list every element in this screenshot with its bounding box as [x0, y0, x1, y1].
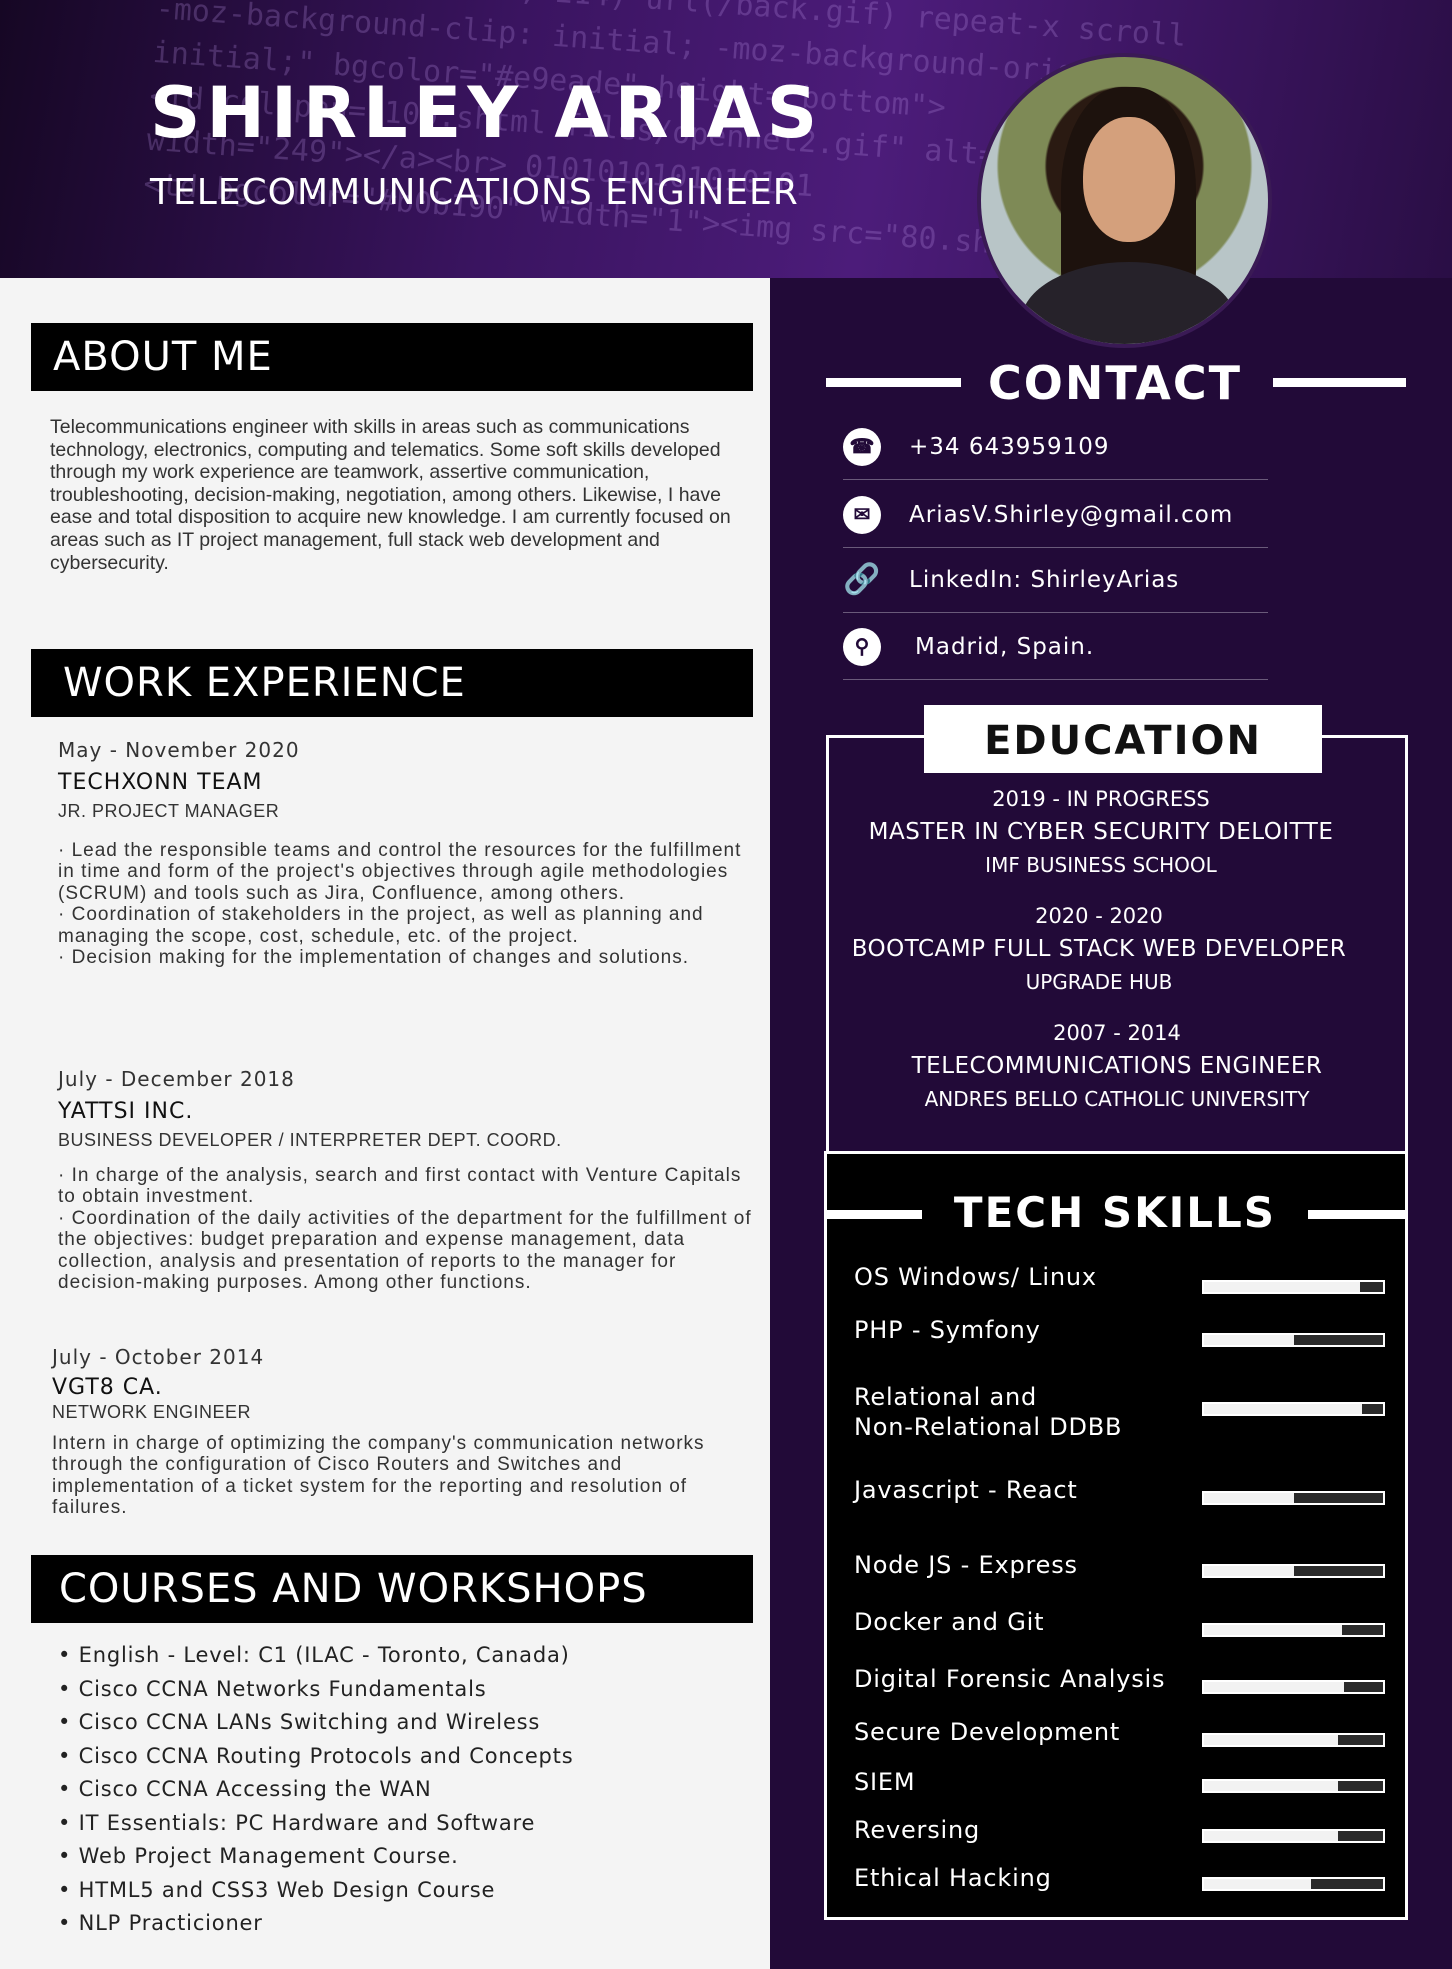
skill-level-bar	[1202, 1623, 1385, 1637]
education-entry: 2007 - 2014 TELECOMMUNICATIONS ENGINEER …	[826, 1021, 1408, 1111]
skill-level-bar	[1202, 1491, 1385, 1505]
skill-label: Relational and Non-Relational DDBB	[854, 1383, 1123, 1441]
job-date: July - October 2014	[52, 1345, 265, 1369]
skill-level-fill	[1204, 1831, 1339, 1841]
job-company: VGT8 CA.	[52, 1375, 163, 1400]
about-text: Telecommunications engineer with skills …	[50, 416, 731, 574]
skill-level-fill	[1204, 1335, 1294, 1345]
education-years: 2019 - IN PROGRESS	[992, 787, 1210, 811]
phone-icon: ☎	[843, 427, 881, 466]
skills-rule-left	[826, 1210, 922, 1219]
job-description: Intern in charge of optimizing the compa…	[52, 1433, 705, 1519]
education-degree: TELECOMMUNICATIONS ENGINEER	[911, 1053, 1323, 1079]
skill-level-bar	[1202, 1829, 1385, 1843]
skill-level-bar	[1202, 1779, 1385, 1793]
education-degree: MASTER IN CYBER SECURITY DELOITTE	[868, 819, 1334, 845]
course-item: • Cisco CCNA Accessing the WAN	[58, 1777, 432, 1801]
course-item: • Cisco CCNA Routing Protocols and Conce…	[58, 1743, 574, 1768]
skill-level-fill	[1204, 1735, 1339, 1745]
skill-label: Reversing	[854, 1816, 981, 1844]
contact-location-text: Madrid, Spain.	[915, 633, 1095, 660]
contact-email[interactable]: ✉ AriasV.Shirley@gmail.com	[843, 482, 1268, 548]
location-icon: ⚲	[843, 627, 881, 666]
job-title: JR. PROJECT MANAGER	[58, 801, 280, 821]
contact-phone[interactable]: ☎ +34 643959109	[843, 414, 1268, 480]
skills-rule-right	[1308, 1210, 1406, 1219]
skill-level-fill	[1204, 1781, 1339, 1791]
education-school: UPGRADE HUB	[1025, 970, 1173, 994]
contact-heading: CONTACT	[988, 356, 1242, 410]
education-school: ANDRES BELLO CATHOLIC UNIVERSITY	[924, 1087, 1310, 1111]
education-years: 2020 - 2020	[1035, 904, 1163, 928]
job-title: NETWORK ENGINEER	[52, 1402, 252, 1422]
skill-level-fill	[1204, 1625, 1342, 1635]
skill-label: Digital Forensic Analysis	[854, 1665, 1166, 1693]
job-entry: July - December 2018 YATTSI INC. BUSINES…	[58, 1067, 758, 1293]
contact-location: ⚲ Madrid, Spain.	[843, 614, 1268, 680]
course-item: • IT Essentials: PC Hardware and Softwar…	[58, 1810, 536, 1835]
skill-level-fill	[1204, 1682, 1344, 1692]
course-item: • Web Project Management Course.	[58, 1844, 459, 1868]
skill-level-bar	[1202, 1877, 1385, 1891]
skill-label: PHP - Symfony	[854, 1316, 1041, 1344]
skill-label: Node JS - Express	[854, 1551, 1078, 1579]
mail-icon: ✉	[843, 495, 881, 534]
courses-heading: COURSES AND WORKSHOPS	[31, 1555, 753, 1623]
about-heading: ABOUT ME	[31, 323, 753, 391]
job-date: July - December 2018	[58, 1067, 295, 1091]
candidate-role: TELECOMMUNICATIONS ENGINEER	[150, 172, 799, 213]
job-company: TECHXONN TEAM	[58, 770, 263, 795]
job-description: · Lead the responsible teams and control…	[58, 840, 742, 969]
skill-level-fill	[1204, 1879, 1312, 1889]
skill-label: Secure Development	[854, 1718, 1121, 1746]
skill-level-bar	[1202, 1564, 1385, 1578]
education-entry: 2020 - 2020 BOOTCAMP FULL STACK WEB DEVE…	[808, 904, 1390, 994]
job-description: · In charge of the analysis, search and …	[58, 1165, 752, 1294]
link-icon: 🔗	[843, 563, 881, 596]
job-entry: July - October 2014 VGT8 CA. NETWORK ENG…	[52, 1345, 752, 1519]
contact-phone-text: +34 643959109	[909, 433, 1110, 460]
skill-level-bar	[1202, 1333, 1385, 1347]
courses-list: • English - Level: C1 (ILAC - Toronto, C…	[58, 1643, 573, 1945]
skill-level-bar	[1202, 1733, 1385, 1747]
candidate-name: SHIRLEY ARIAS	[150, 72, 824, 154]
job-date: May - November 2020	[58, 738, 300, 762]
education-years: 2007 - 2014	[1053, 1021, 1181, 1045]
skill-level-bar	[1202, 1680, 1385, 1694]
job-entry: May - November 2020 TECHXONN TEAM JR. PR…	[58, 738, 758, 968]
job-title: BUSINESS DEVELOPER / INTERPRETER DEPT. C…	[58, 1130, 562, 1150]
education-entry: 2019 - IN PROGRESS MASTER IN CYBER SECUR…	[810, 787, 1392, 877]
profile-photo	[977, 53, 1272, 348]
education-degree: BOOTCAMP FULL STACK WEB DEVELOPER	[851, 936, 1347, 962]
course-item: • NLP Practicioner	[58, 1911, 263, 1935]
skill-level-fill	[1204, 1404, 1362, 1414]
skill-label: Ethical Hacking	[854, 1864, 1052, 1892]
skill-label: Docker and Git	[854, 1608, 1045, 1636]
course-item: • Cisco CCNA Networks Fundamentals	[58, 1676, 487, 1701]
course-item: • Cisco CCNA LANs Switching and Wireless	[58, 1710, 541, 1734]
skill-label: SIEM	[854, 1768, 916, 1796]
work-heading: WORK EXPERIENCE	[31, 649, 753, 717]
skill-level-fill	[1204, 1566, 1294, 1576]
course-item: • English - Level: C1 (ILAC - Toronto, C…	[58, 1643, 570, 1667]
skill-level-fill	[1204, 1493, 1294, 1503]
job-company: YATTSI INC.	[58, 1099, 194, 1124]
course-item: • HTML5 and CSS3 Web Design Course	[58, 1877, 496, 1902]
education-heading: EDUCATION	[924, 705, 1322, 773]
skill-label: OS Windows/ Linux	[854, 1263, 1097, 1291]
contact-rule-left	[826, 378, 961, 387]
tech-skills-heading: TECH SKILLS	[953, 1188, 1277, 1237]
skill-level-fill	[1204, 1282, 1360, 1292]
skill-level-bar	[1202, 1280, 1385, 1294]
contact-rule-right	[1273, 378, 1406, 387]
contact-linkedin-text: LinkedIn: ShirleyArias	[909, 566, 1180, 593]
contact-linkedin[interactable]: 🔗 LinkedIn: ShirleyArias	[843, 547, 1268, 613]
contact-email-text: AriasV.Shirley@gmail.com	[909, 501, 1234, 528]
skill-level-bar	[1202, 1402, 1385, 1416]
skill-label: Javascript - React	[854, 1476, 1078, 1504]
education-school: IMF BUSINESS SCHOOL	[985, 853, 1217, 877]
